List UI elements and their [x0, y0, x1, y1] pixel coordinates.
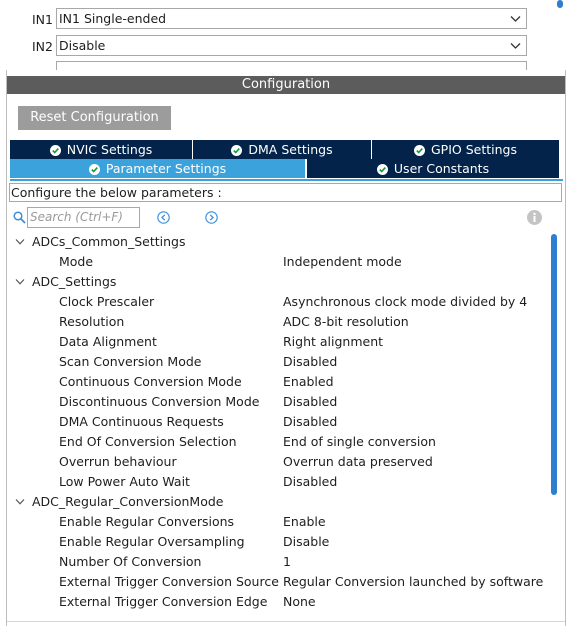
- param-value[interactable]: Asynchronous clock mode divided by 4: [283, 292, 527, 312]
- param-value[interactable]: Disabled: [283, 472, 337, 492]
- check-circle-icon: [88, 164, 100, 175]
- param-row[interactable]: Enable Regular Conversions Enable: [9, 512, 549, 532]
- arrow-left-circle-icon[interactable]: [157, 211, 170, 224]
- param-name: Resolution: [59, 314, 125, 329]
- param-name: Discontinuous Conversion Mode: [59, 394, 260, 409]
- param-row[interactable]: DMA Continuous Requests Disabled: [9, 412, 549, 432]
- tab-dma-label: DMA Settings: [248, 142, 333, 157]
- param-value[interactable]: Disabled: [283, 412, 337, 432]
- configuration-header: Configuration: [7, 76, 565, 94]
- param-row[interactable]: Discontinuous Conversion Mode Disabled: [9, 392, 549, 412]
- chevron-down-icon[interactable]: [15, 498, 25, 506]
- chevron-down-icon: [510, 43, 521, 49]
- parameters-description: Configure the below parameters :: [9, 183, 562, 202]
- group-adc-regular-conversion-mode[interactable]: ADC_Regular_ConversionMode: [9, 492, 549, 512]
- reset-configuration-button[interactable]: Reset Configuration: [18, 106, 171, 130]
- param-row[interactable]: Data Alignment Right alignment: [9, 332, 549, 352]
- mode-section: IN1 IN1 Single-ended IN2 Disable: [0, 0, 572, 70]
- param-row[interactable]: Scan Conversion Mode Disabled: [9, 352, 549, 372]
- mode-scrollbar[interactable]: [557, 0, 563, 8]
- panel-bottom-divider: [7, 621, 565, 622]
- param-row[interactable]: External Trigger Conversion Source Regul…: [9, 572, 549, 592]
- param-name: End Of Conversion Selection: [59, 434, 237, 449]
- param-value[interactable]: Disable: [283, 532, 329, 552]
- param-name: DMA Continuous Requests: [59, 414, 224, 429]
- group-label: ADC_Regular_ConversionMode: [32, 494, 224, 509]
- chevron-down-icon[interactable]: [15, 278, 25, 286]
- param-value[interactable]: Disabled: [283, 352, 337, 372]
- param-name: Clock Prescaler: [59, 294, 155, 309]
- param-name: Number Of Conversion: [59, 554, 202, 569]
- tab-nvic-settings[interactable]: NVIC Settings: [10, 140, 192, 159]
- param-value[interactable]: Enabled: [283, 372, 334, 392]
- param-row[interactable]: End Of Conversion Selection End of singl…: [9, 432, 549, 452]
- check-circle-icon: [414, 145, 425, 156]
- check-circle-icon: [49, 145, 61, 156]
- tab-user-constants-label: User Constants: [393, 161, 490, 176]
- in1-label: IN1: [32, 12, 53, 27]
- param-value[interactable]: End of single conversion: [283, 432, 436, 452]
- param-value[interactable]: None: [283, 592, 316, 612]
- arrow-right-circle-icon[interactable]: [205, 211, 218, 224]
- search-icon: [13, 211, 26, 224]
- tab-parameter-settings[interactable]: Parameter Settings: [10, 159, 305, 178]
- param-row[interactable]: Overrun behaviour Overrun data preserved: [9, 452, 549, 472]
- param-name: Mode: [59, 254, 94, 269]
- param-row[interactable]: Enable Regular Oversampling Disable: [9, 532, 549, 552]
- param-row[interactable]: Continuous Conversion Mode Enabled: [9, 372, 549, 392]
- param-name: External Trigger Conversion Edge: [59, 594, 268, 609]
- param-name: Data Alignment: [59, 334, 157, 349]
- param-value[interactable]: 1: [283, 552, 291, 572]
- chevron-down-icon[interactable]: [15, 238, 25, 246]
- param-name: Low Power Auto Wait: [59, 474, 190, 489]
- group-adc-settings[interactable]: ADC_Settings: [9, 272, 549, 292]
- in2-select[interactable]: Disable: [56, 35, 527, 56]
- param-row[interactable]: Mode Independent mode: [9, 252, 549, 272]
- parameter-tree: ADCs_Common_Settings Mode Independent mo…: [9, 232, 549, 622]
- check-circle-icon: [376, 164, 388, 175]
- param-value[interactable]: Disabled: [283, 392, 337, 412]
- search-input[interactable]: Search (Ctrl+F): [27, 207, 140, 228]
- param-row[interactable]: Clock Prescaler Asynchronous clock mode …: [9, 292, 549, 312]
- parameter-scrollbar[interactable]: [551, 234, 557, 495]
- param-value[interactable]: Enable: [283, 512, 326, 532]
- param-row[interactable]: Resolution ADC 8-bit resolution: [9, 312, 549, 332]
- param-row[interactable]: Number Of Conversion 1: [9, 552, 549, 572]
- in1-select[interactable]: IN1 Single-ended: [56, 8, 527, 29]
- group-label: ADC_Settings: [32, 274, 117, 289]
- in1-select-value: IN1 Single-ended: [59, 11, 167, 26]
- param-name: Scan Conversion Mode: [59, 354, 202, 369]
- param-row[interactable]: Low Power Auto Wait Disabled: [9, 472, 549, 492]
- param-row[interactable]: External Trigger Conversion Edge None: [9, 592, 549, 612]
- tab-user-constants[interactable]: User Constants: [307, 159, 559, 178]
- param-value[interactable]: ADC 8-bit resolution: [283, 312, 409, 332]
- param-name: Enable Regular Oversampling: [59, 534, 245, 549]
- param-value[interactable]: Right alignment: [283, 332, 383, 352]
- param-value[interactable]: Regular Conversion launched by software: [283, 572, 543, 592]
- param-name: Enable Regular Conversions: [59, 514, 235, 529]
- param-value[interactable]: Overrun data preserved: [283, 452, 433, 472]
- in3-select-partial[interactable]: [56, 61, 527, 70]
- param-value[interactable]: Independent mode: [283, 252, 402, 272]
- group-label: ADCs_Common_Settings: [32, 234, 186, 249]
- chevron-down-icon: [510, 16, 521, 22]
- tab-gpio-label: GPIO Settings: [431, 142, 517, 157]
- info-icon[interactable]: [527, 210, 542, 225]
- tab-nvic-label: NVIC Settings: [66, 142, 153, 157]
- tab-parameter-label: Parameter Settings: [105, 161, 227, 176]
- in2-label: IN2: [32, 39, 53, 54]
- param-name: Overrun behaviour: [59, 454, 177, 469]
- param-name: External Trigger Conversion Source: [59, 574, 279, 589]
- in2-select-value: Disable: [59, 38, 106, 53]
- param-name: Continuous Conversion Mode: [59, 374, 242, 389]
- check-circle-icon: [231, 145, 243, 156]
- tab-underline: [10, 179, 563, 181]
- group-adcs-common-settings[interactable]: ADCs_Common_Settings: [9, 232, 549, 252]
- tab-dma-settings[interactable]: DMA Settings: [193, 140, 371, 159]
- tab-gpio-settings[interactable]: GPIO Settings: [372, 140, 559, 159]
